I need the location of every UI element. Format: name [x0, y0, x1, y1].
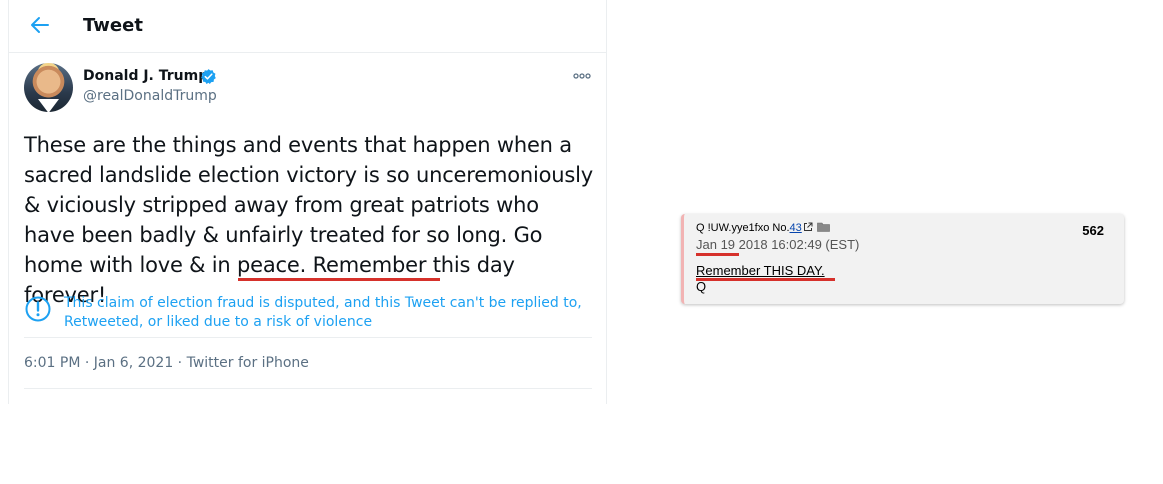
q-date-highlight: Jan 19 [696, 237, 736, 252]
q-post-signature: Q [696, 279, 707, 294]
q-post-date: Jan 19 2018 16:02:49 (EST) [696, 237, 859, 252]
q-author: Q !UW.yye1fxo No. [696, 222, 790, 234]
highlight-underline [696, 253, 739, 256]
author-name[interactable]: Donald J. Trump [83, 68, 208, 84]
highlight-underline [238, 278, 440, 281]
q-date-rest: 2018 16:02:49 (EST) [735, 237, 860, 252]
more-options-icon[interactable] [572, 70, 592, 82]
arrow-left-icon [31, 17, 49, 33]
q-post-message: Remember THIS DAY. [696, 263, 825, 278]
tweet-timestamp[interactable]: 6:01 PM · Jan 6, 2021 · Twitter for iPho… [24, 355, 309, 371]
page-title: Tweet [83, 15, 143, 36]
tweet-text-highlight: Remember this day [312, 253, 515, 277]
avatar[interactable] [24, 63, 73, 112]
folder-icon[interactable] [816, 222, 830, 232]
highlight-underline [696, 278, 835, 281]
tweet-header: Tweet [9, 0, 606, 53]
disputed-claim-notice[interactable]: This claim of election fraud is disputed… [64, 294, 584, 332]
back-button[interactable] [28, 12, 52, 38]
author-handle[interactable]: @realDonaldTrump [83, 88, 217, 104]
divider [24, 337, 592, 338]
tweet-panel: Tweet Donald J. Trump @realDonaldTrump T… [8, 0, 607, 404]
q-post-link[interactable]: 43 [790, 222, 802, 234]
divider [24, 388, 592, 389]
q-post-card: Q !UW.yye1fxo No.43 562 Jan 19 2018 16:0… [681, 214, 1124, 304]
verified-badge-icon [201, 69, 216, 84]
q-post-number: 562 [1082, 223, 1104, 238]
exclamation-circle-icon [25, 296, 51, 322]
tweet-body: These are the things and events that hap… [24, 130, 594, 310]
external-link-icon[interactable] [803, 222, 813, 232]
q-post-header: Q !UW.yye1fxo No.43 [696, 222, 830, 234]
